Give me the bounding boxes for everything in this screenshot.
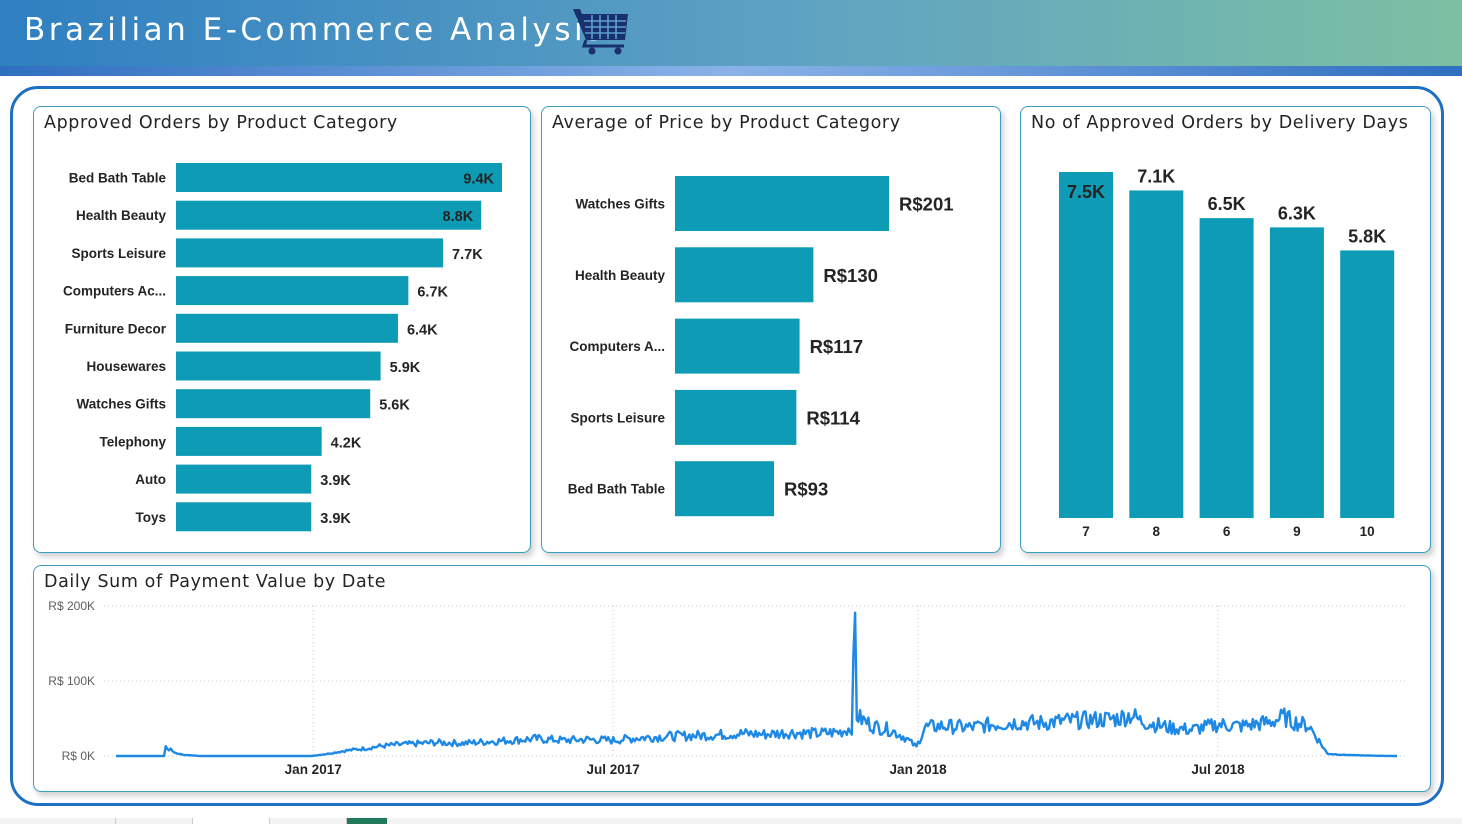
bar <box>1059 172 1113 518</box>
header-accent-strip <box>0 66 1462 76</box>
bar <box>176 163 502 192</box>
category-label: 6 <box>1223 524 1231 539</box>
data-label: 8.8K <box>443 209 474 225</box>
category-label: Auto <box>135 472 166 487</box>
bar <box>176 502 312 532</box>
x-tick-label: Jan 2017 <box>285 762 342 777</box>
data-label: 6.7K <box>417 285 448 301</box>
dashboard-header: Brazilian E-Commerce Analysis <box>0 0 1462 66</box>
bar <box>176 389 371 419</box>
shopping-cart-icon <box>573 9 628 55</box>
bar <box>1129 190 1184 518</box>
category-label: 8 <box>1153 524 1161 539</box>
category-label: Housewares <box>86 359 166 374</box>
x-tick-label: Jul 2017 <box>587 762 640 777</box>
bar <box>176 276 409 306</box>
data-label: 7.7K <box>452 247 483 263</box>
category-label: 10 <box>1360 524 1375 539</box>
data-label: 9.4K <box>463 172 494 188</box>
category-label: Sports Leisure <box>71 246 166 261</box>
y-tick-label: R$ 0K <box>62 749 95 763</box>
category-label: Bed Bath Table <box>69 171 167 186</box>
category-label: Toys <box>135 510 166 525</box>
category-label: Watches Gifts <box>575 197 665 212</box>
data-label: 6.5K <box>1208 194 1246 214</box>
page-tab[interactable] <box>115 818 193 824</box>
delivery-days-column-chart: 7.5K 7 7.1K 8 6.5K 6 6.3K 9 5.8K 10 <box>1059 166 1395 539</box>
data-label: 7.1K <box>1137 166 1175 186</box>
avg-price-bar-chart: Watches Gifts R$201 Health Beauty R$130 Comp… <box>568 176 954 517</box>
category-label: 9 <box>1293 524 1301 539</box>
data-label: R$117 <box>810 336 864 357</box>
bar <box>176 351 381 381</box>
bar <box>176 426 322 456</box>
bar <box>675 247 814 303</box>
data-label: 5.8K <box>1348 226 1386 246</box>
bar <box>176 313 398 343</box>
category-label: Telephony <box>99 434 166 449</box>
data-label: 5.9K <box>390 360 421 376</box>
category-label: Bed Bath Table <box>568 482 666 497</box>
x-tick-label: Jan 2018 <box>890 762 948 777</box>
category-label: Health Beauty <box>76 208 167 223</box>
bar <box>675 176 889 231</box>
data-label: 3.9K <box>320 511 351 527</box>
daily-payment-value-panel[interactable]: Daily Sum of Payment Value by Date R$ 20… <box>33 565 1431 792</box>
page-tabs-bar <box>0 818 1462 824</box>
bar <box>1269 227 1324 519</box>
category-label: 7 <box>1082 524 1090 539</box>
bar <box>176 464 312 494</box>
orders-by-delivery-days-panel[interactable]: No of Approved Orders by Delivery Days 7… <box>1020 106 1431 553</box>
daily-payment-line-chart: R$ 200K R$ 100K R$ 0K Jan 2017 Jul 2017 Jan 2… <box>48 599 1406 777</box>
bar <box>675 389 797 445</box>
category-label: Sports Leisure <box>570 410 665 425</box>
bar <box>1340 250 1395 518</box>
data-label: 3.9K <box>320 473 351 489</box>
approved-orders-by-category-panel[interactable]: Approved Orders by Product Category Bed … <box>33 106 531 553</box>
page-tab[interactable] <box>192 818 270 824</box>
page-tab[interactable] <box>269 818 347 824</box>
category-label: Computers A... <box>569 339 665 354</box>
bar <box>1199 218 1254 518</box>
page-tab-active[interactable] <box>346 818 387 824</box>
bar <box>675 318 800 374</box>
category-label: Health Beauty <box>575 268 666 283</box>
avg-price-by-category-panel[interactable]: Average of Price by Product Category Wat… <box>541 106 1001 553</box>
data-label: 6.3K <box>1278 203 1316 223</box>
data-label: 5.6K <box>379 398 410 414</box>
data-label: R$114 <box>806 407 860 428</box>
data-label: R$93 <box>784 479 828 500</box>
category-label: Furniture Decor <box>65 321 167 336</box>
approved-orders-bar-chart: Bed Bath Table 9.4K Health Beauty 8.8K Sport… <box>63 163 502 532</box>
data-label: R$201 <box>899 194 954 215</box>
dashboard-title: Brazilian E-Commerce Analysis <box>24 12 606 48</box>
data-label: R$130 <box>823 265 878 286</box>
bar <box>176 238 444 268</box>
bar <box>176 200 482 230</box>
data-label: 4.2K <box>331 435 362 451</box>
category-label: Watches Gifts <box>76 397 166 412</box>
series-line <box>116 611 1397 758</box>
data-label: 6.4K <box>407 322 438 338</box>
data-label: 7.5K <box>1067 182 1105 202</box>
x-tick-label: Jul 2018 <box>1191 762 1245 777</box>
bar <box>675 461 775 517</box>
y-tick-label: R$ 100K <box>48 674 95 688</box>
category-label: Computers Ac... <box>63 284 166 299</box>
y-tick-label: R$ 200K <box>48 599 95 613</box>
